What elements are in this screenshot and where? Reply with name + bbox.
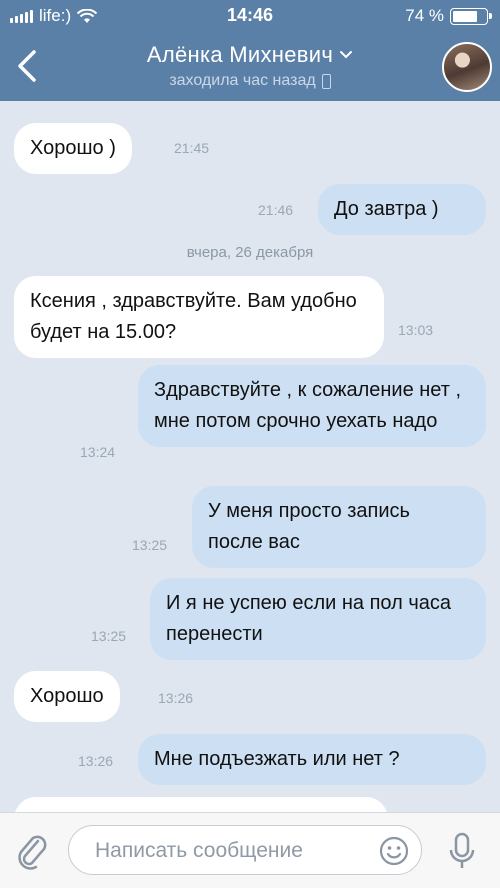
contact-name: Алёнка Михневич bbox=[146, 42, 334, 67]
chevron-down-icon bbox=[340, 51, 353, 59]
avatar[interactable] bbox=[442, 42, 492, 92]
message-time: 13:03 bbox=[398, 322, 434, 338]
message-bubble-outgoing[interactable]: Мне подъезжать или нет ? bbox=[138, 734, 486, 785]
contact-title[interactable]: Алёнка Михневич bbox=[147, 42, 353, 68]
last-seen: заходила час назад bbox=[169, 72, 331, 90]
message-time: 13:24 bbox=[80, 444, 116, 460]
contact-info[interactable]: Алёнка Михневич заходила час назад bbox=[0, 42, 500, 90]
status-bar: life:) 14:46 74 % bbox=[0, 0, 500, 32]
message-time: 13:26 bbox=[78, 753, 114, 769]
message-bubble-incoming[interactable]: Ксения , здравствуйте. Вам удобно будет … bbox=[14, 276, 384, 358]
message-time: 21:46 bbox=[258, 202, 294, 218]
message-bubble-outgoing[interactable]: Здравствуйте , к сожаление нет , мне пот… bbox=[138, 365, 486, 447]
message-bubble-incoming[interactable]: Хорошо bbox=[14, 671, 120, 722]
message-input[interactable]: Написать сообщение bbox=[68, 825, 422, 875]
message-input-placeholder: Написать сообщение bbox=[95, 839, 303, 862]
composer-bar: Написать сообщение bbox=[0, 812, 500, 888]
message-time: 13:25 bbox=[91, 628, 127, 644]
phone-icon bbox=[321, 73, 331, 89]
battery-icon bbox=[450, 7, 492, 25]
message-list[interactable]: Хорошо ) 21:45 До завтра ) 21:46 вчера, … bbox=[0, 101, 500, 812]
message-bubble-partial[interactable] bbox=[14, 797, 388, 812]
message-time: 13:25 bbox=[132, 537, 168, 553]
date-separator: вчера, 26 декабря bbox=[186, 244, 314, 261]
chat-header: life:) 14:46 74 % Алёнка Михневич заходи… bbox=[0, 0, 500, 101]
battery-percent: 74 % bbox=[405, 6, 444, 25]
status-right: 74 % bbox=[405, 6, 492, 26]
message-bubble-outgoing[interactable]: До завтра ) bbox=[318, 184, 486, 235]
last-seen-text: заходила час назад bbox=[169, 72, 316, 89]
paperclip-icon[interactable] bbox=[14, 831, 50, 871]
message-time: 21:45 bbox=[174, 140, 210, 156]
message-bubble-outgoing[interactable]: И я не успею если на пол часа перенести bbox=[150, 578, 486, 660]
message-bubble-outgoing[interactable]: У меня просто запись после вас bbox=[192, 486, 486, 568]
message-time: 13:26 bbox=[158, 690, 194, 706]
emoji-icon[interactable] bbox=[379, 836, 409, 866]
microphone-icon[interactable] bbox=[446, 831, 478, 871]
message-bubble-incoming[interactable]: Хорошо ) bbox=[14, 123, 132, 174]
